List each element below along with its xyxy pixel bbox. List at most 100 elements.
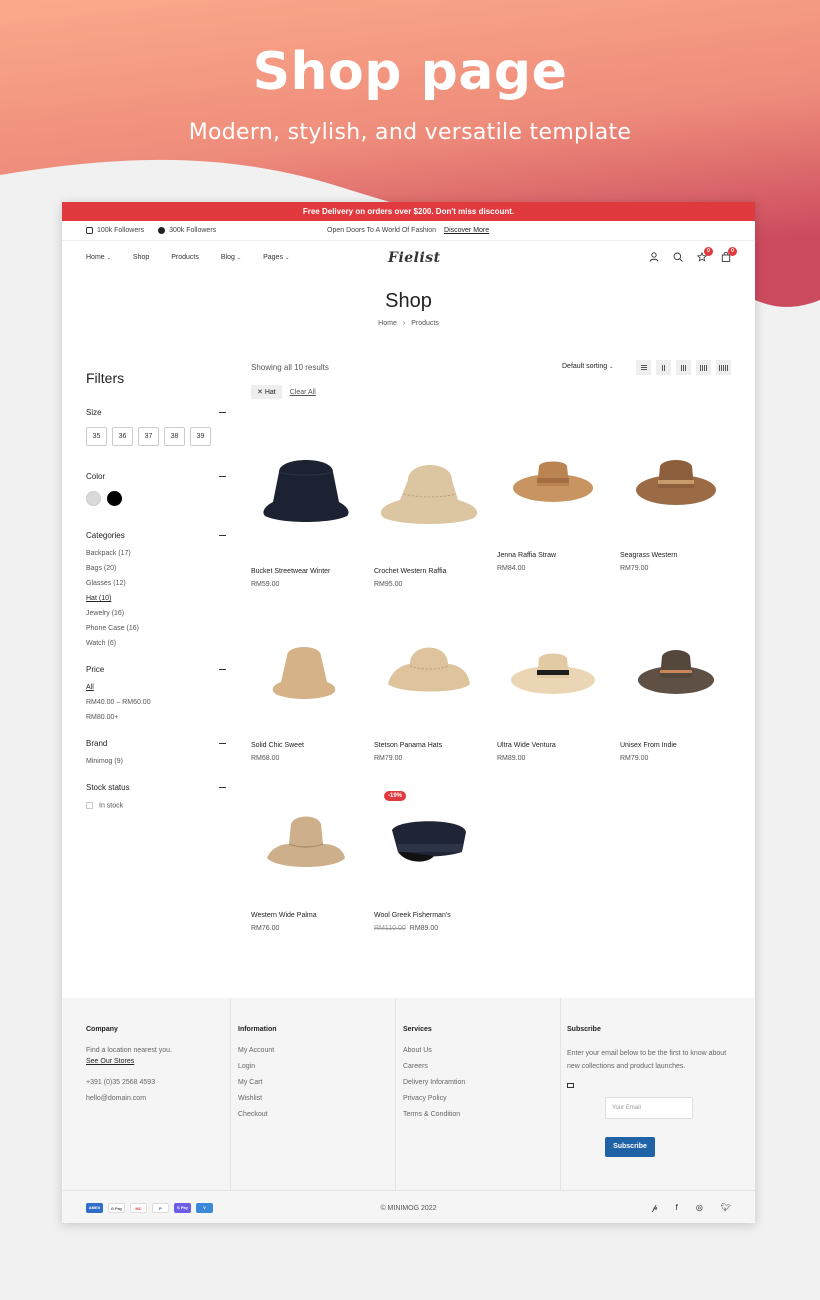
- product-name[interactable]: Seagrass Western: [620, 552, 730, 559]
- color-swatch-grey[interactable]: [86, 491, 101, 506]
- company-phone[interactable]: +391 (0)35 2568 4593: [86, 1079, 230, 1086]
- product-card[interactable]: Stetson Panama Hats RM79.00: [374, 620, 484, 762]
- size-option[interactable]: 37: [138, 427, 159, 446]
- company-email[interactable]: hello@domain.com: [86, 1095, 230, 1102]
- nav-item-blog[interactable]: Blog ⌄: [221, 254, 241, 261]
- nav-item-pages[interactable]: Pages ⌄: [263, 254, 289, 261]
- instagram-followers[interactable]: 100k Followers: [86, 227, 144, 234]
- product-price: RM79.00: [620, 565, 649, 572]
- size-option[interactable]: 39: [190, 427, 211, 446]
- footer-link[interactable]: Wishlist: [238, 1095, 395, 1102]
- product-image[interactable]: [251, 430, 361, 540]
- product-image[interactable]: [497, 620, 607, 730]
- product-card[interactable]: Western Wide Palma RM76.00: [251, 790, 361, 932]
- footer-link[interactable]: My Account: [238, 1047, 395, 1054]
- discover-more-link[interactable]: Discover More: [444, 227, 489, 234]
- product-name[interactable]: Ultra Wide Ventura: [497, 742, 607, 749]
- email-input[interactable]: Your Email: [605, 1097, 693, 1119]
- color-filter-header[interactable]: Color: [86, 472, 226, 481]
- categories-filter-header[interactable]: Categories: [86, 531, 226, 540]
- filter-chip-hat[interactable]: ✕ Hat: [251, 385, 282, 399]
- view-list-button[interactable]: [636, 360, 651, 375]
- product-name[interactable]: Stetson Panama Hats: [374, 742, 484, 749]
- price-filter-header[interactable]: Price: [86, 665, 226, 674]
- product-image[interactable]: [251, 790, 361, 900]
- size-option[interactable]: 38: [164, 427, 185, 446]
- footer-link[interactable]: My Cart: [238, 1079, 395, 1086]
- product-image[interactable]: [497, 430, 607, 540]
- product-image[interactable]: [374, 430, 484, 540]
- price-option-all[interactable]: All: [86, 684, 226, 691]
- breadcrumb-home[interactable]: Home: [378, 320, 397, 327]
- stock-filter-header[interactable]: Stock status: [86, 783, 226, 792]
- product-card[interactable]: Crochet Western Raffia RM95.00: [374, 430, 484, 588]
- color-swatch-black[interactable]: [107, 491, 122, 506]
- size-option[interactable]: 35: [86, 427, 107, 446]
- footer-link[interactable]: About Us: [403, 1047, 560, 1054]
- nav-item-home[interactable]: Home ⌄: [86, 254, 111, 261]
- product-card[interactable]: Jenna Raffia Straw RM84.00: [497, 430, 607, 572]
- product-image[interactable]: [620, 620, 730, 730]
- clear-all-link[interactable]: Clear All: [290, 389, 316, 396]
- product-name[interactable]: Unisex From Indie: [620, 742, 730, 749]
- footer-link[interactable]: Checkout: [238, 1111, 395, 1118]
- product-card[interactable]: Solid Chic Sweet RM68.00: [251, 620, 361, 762]
- product-name[interactable]: Wool Greek Fisherman's: [374, 912, 484, 919]
- category-item[interactable]: Glasses (12): [86, 580, 226, 587]
- sort-select[interactable]: Default sorting ⌄: [562, 363, 613, 370]
- product-image[interactable]: [374, 790, 484, 900]
- brand-option[interactable]: Minimog (9): [86, 758, 226, 765]
- category-item[interactable]: Bags (20): [86, 565, 226, 572]
- footer-link[interactable]: Login: [238, 1063, 395, 1070]
- price-option[interactable]: RM40.00 – RM60.00: [86, 699, 226, 706]
- cart-button[interactable]: 0: [721, 247, 737, 262]
- subscribe-button[interactable]: Subscribe: [605, 1137, 655, 1157]
- wishlist-button[interactable]: 0: [696, 247, 713, 262]
- facebook-icon[interactable]: f: [676, 1203, 678, 1213]
- nav-item-shop[interactable]: Shop: [133, 254, 149, 261]
- product-name[interactable]: Bucket Streetwear Winter: [251, 568, 361, 575]
- product-name[interactable]: Crochet Western Raffia: [374, 568, 484, 575]
- instagram-icon[interactable]: ◎: [696, 1203, 703, 1213]
- category-item[interactable]: Jewelry (16): [86, 610, 226, 617]
- category-item[interactable]: Backpack (17): [86, 550, 226, 557]
- category-item-active[interactable]: Hat (10): [86, 595, 226, 602]
- site-logo[interactable]: Fielist: [388, 250, 441, 266]
- see-stores-link[interactable]: See Our Stores: [86, 1058, 230, 1065]
- brand-filter-header[interactable]: Brand: [86, 739, 226, 748]
- pinterest-icon[interactable]: 𝓅: [652, 1203, 658, 1213]
- product-image[interactable]: [620, 430, 730, 540]
- footer-link[interactable]: Terms & Condition: [403, 1111, 560, 1118]
- category-item[interactable]: Phone Case (16): [86, 625, 226, 632]
- view-2col-button[interactable]: [656, 360, 671, 375]
- product-card[interactable]: Ultra Wide Ventura RM89.00: [497, 620, 607, 762]
- product-image[interactable]: [374, 620, 484, 730]
- footer-link[interactable]: Careers: [403, 1063, 560, 1070]
- footer-link[interactable]: Privacy Policy: [403, 1095, 560, 1102]
- product-name[interactable]: Western Wide Palma: [251, 912, 361, 919]
- close-icon[interactable]: ✕: [257, 389, 263, 396]
- instagram-followers-label: 100k Followers: [97, 227, 145, 234]
- price-option[interactable]: RM80.00+: [86, 714, 226, 721]
- nav-item-products[interactable]: Products: [171, 254, 199, 261]
- view-5col-button[interactable]: [716, 360, 731, 375]
- view-4col-button[interactable]: [696, 360, 711, 375]
- product-name[interactable]: Jenna Raffia Straw: [497, 552, 607, 559]
- size-filter-header[interactable]: Size: [86, 408, 226, 417]
- footer-link[interactable]: Delivery Inforamtion: [403, 1079, 560, 1086]
- facebook-followers[interactable]: 300k Followers: [158, 227, 216, 234]
- product-card[interactable]: Unisex From Indie RM79.00: [620, 620, 730, 762]
- account-button[interactable]: [649, 252, 659, 262]
- product-image[interactable]: [251, 620, 361, 730]
- view-3col-button[interactable]: [676, 360, 691, 375]
- size-option[interactable]: 36: [112, 427, 133, 446]
- product-card[interactable]: Seagrass Western RM79.00: [620, 430, 730, 572]
- twitter-icon[interactable]: 🐦︎: [721, 1203, 731, 1213]
- search-button[interactable]: [673, 252, 683, 262]
- product-name[interactable]: Solid Chic Sweet: [251, 742, 361, 749]
- product-card[interactable]: Wool Greek Fisherman's RM110.00 RM89.00: [374, 790, 484, 932]
- product-card[interactable]: Bucket Streetwear Winter RM59.00: [251, 430, 361, 588]
- category-item[interactable]: Watch (6): [86, 640, 226, 647]
- in-stock-checkbox[interactable]: [86, 802, 93, 809]
- stock-option[interactable]: In stock: [86, 802, 226, 809]
